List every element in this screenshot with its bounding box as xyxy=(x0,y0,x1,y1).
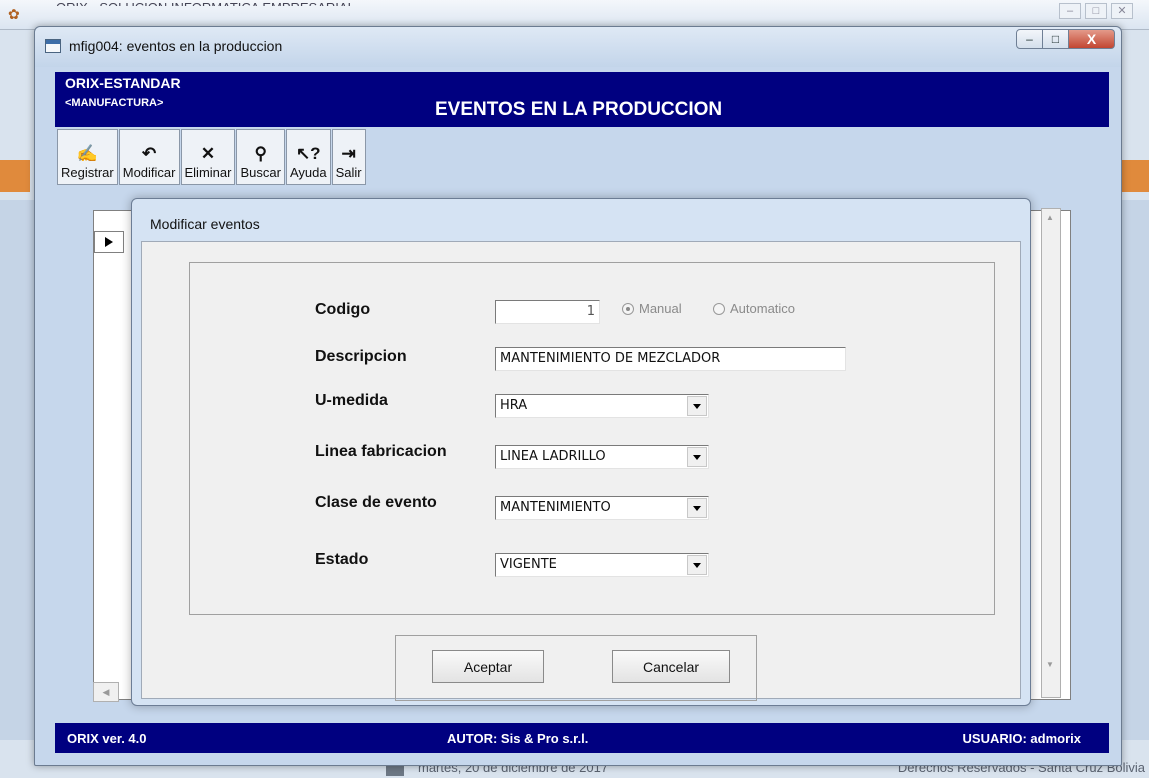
binoculars-icon: ⚲ xyxy=(254,144,267,163)
radio-manual-label: Manual xyxy=(639,301,682,316)
company-name: ORIX-ESTANDAR xyxy=(65,75,181,91)
descripcion-input[interactable]: MANTENIMIENTO DE MEZCLADOR xyxy=(495,347,846,371)
delete-x-icon: ✕ xyxy=(200,144,216,163)
cancelar-button[interactable]: Cancelar xyxy=(612,650,730,683)
modificar-button[interactable]: ↶ Modificar xyxy=(118,129,180,185)
background-panel-left xyxy=(0,200,38,740)
radio-selected-icon xyxy=(622,302,634,315)
toolbar-button-label: Registrar xyxy=(61,165,114,180)
codigo-label: Codigo xyxy=(315,301,371,318)
close-icon: X xyxy=(1086,31,1097,47)
toolbar-button-label: Modificar xyxy=(122,165,176,180)
clase-select[interactable]: MANTENIMIENTO xyxy=(495,496,709,520)
eventos-window: mfig004: eventos en la produccion – □ X … xyxy=(34,26,1122,766)
chevron-down-icon[interactable] xyxy=(687,555,707,575)
undo-arrow-icon: ↶ xyxy=(142,144,157,163)
grid-vertical-scrollbar[interactable] xyxy=(1041,208,1061,698)
version-label: ORIX ver. 4.0 xyxy=(67,731,147,746)
module-name: <MANUFACTURA> xyxy=(65,97,164,109)
umedida-select[interactable]: HRA xyxy=(495,394,709,418)
exit-door-icon: ⇥ xyxy=(341,144,356,163)
author-label: AUTOR: Sis & Pro s.r.l. xyxy=(447,731,589,746)
register-pen-icon: ✍ xyxy=(76,144,98,163)
window-titlebar[interactable]: mfig004: eventos en la produccion – □ X xyxy=(35,27,1121,67)
toolbar-button-label: Ayuda xyxy=(289,165,327,180)
toolbar: ✍ Registrar ↶ Modificar ✕ Eliminar ⚲ Bus… xyxy=(55,129,1109,187)
codigo-input[interactable]: 1 xyxy=(495,300,600,324)
radio-automatico[interactable]: Automatico xyxy=(713,301,795,316)
chevron-down-icon[interactable] xyxy=(687,447,707,467)
window-title: mfig004: eventos en la produccion xyxy=(69,38,283,54)
background-accent-strip-left xyxy=(0,160,30,192)
chevron-down-icon[interactable] xyxy=(687,396,707,416)
toolbar-button-label: Salir xyxy=(335,165,362,180)
window-app-icon xyxy=(45,39,61,53)
minimize-button[interactable]: – xyxy=(1016,29,1043,49)
user-label: USUARIO: admorix xyxy=(962,731,1081,746)
background-panel-right xyxy=(1119,200,1149,740)
scroll-left-icon[interactable]: ◀ xyxy=(93,682,119,702)
background-accent-strip-right xyxy=(1121,160,1149,192)
help-pointer-icon: ↖? xyxy=(295,144,321,163)
clase-label: Clase de evento xyxy=(315,494,437,511)
maximize-icon: □ xyxy=(1051,32,1060,46)
minimize-icon: – xyxy=(1026,32,1033,46)
aceptar-button[interactable]: Aceptar xyxy=(432,650,544,683)
linea-select[interactable]: LINEA LADRILLO xyxy=(495,445,709,469)
window-controls: – □ X xyxy=(1016,29,1115,49)
salir-button[interactable]: ⇥ Salir xyxy=(331,129,366,185)
radio-manual[interactable]: Manual xyxy=(622,301,682,316)
descripcion-label: Descripcion xyxy=(315,348,407,365)
registrar-button[interactable]: ✍ Registrar xyxy=(57,129,118,185)
linea-label: Linea fabricacion xyxy=(315,443,447,460)
app-logo-icon: ✿ xyxy=(8,6,20,22)
background-window-controls: – □ ✕ xyxy=(1059,3,1133,19)
dialog-button-frame: Aceptar Cancelar xyxy=(395,635,757,701)
bg-minimize-icon[interactable]: – xyxy=(1059,3,1081,19)
radio-automatico-label: Automatico xyxy=(730,301,796,316)
bg-maximize-icon[interactable]: □ xyxy=(1085,3,1107,19)
form-frame: Codigo 1 Manual Automatico Descripcion M… xyxy=(189,262,995,615)
linea-value: LINEA LADRILLO xyxy=(500,449,606,464)
row-selector-icon[interactable] xyxy=(94,231,124,253)
maximize-button[interactable]: □ xyxy=(1043,29,1069,49)
status-band: ORIX ver. 4.0 AUTOR: Sis & Pro s.r.l. US… xyxy=(55,723,1109,753)
bg-close-icon[interactable]: ✕ xyxy=(1111,3,1133,19)
page-title: EVENTOS EN LA PRODUCCION xyxy=(435,99,723,120)
eliminar-button[interactable]: ✕ Eliminar xyxy=(180,129,236,185)
umedida-value: HRA xyxy=(500,398,528,413)
clase-value: MANTENIMIENTO xyxy=(500,500,611,515)
estado-select[interactable]: VIGENTE xyxy=(495,553,709,577)
dialog-body: Codigo 1 Manual Automatico Descripcion M… xyxy=(141,241,1021,701)
estado-value: VIGENTE xyxy=(500,557,557,572)
close-button[interactable]: X xyxy=(1069,29,1115,49)
ayuda-button[interactable]: ↖? Ayuda xyxy=(285,129,331,185)
radio-unselected-icon xyxy=(713,302,725,315)
header-band: ORIX-ESTANDAR <MANUFACTURA> EVENTOS EN L… xyxy=(55,72,1109,127)
chevron-down-icon[interactable] xyxy=(687,498,707,518)
buscar-button[interactable]: ⚲ Buscar xyxy=(236,129,285,185)
toolbar-button-label: Eliminar xyxy=(184,165,232,180)
toolbar-button-label: Buscar xyxy=(240,165,281,180)
background-app-title: ORIX - SOLUCION INFORMATICA EMPRESARIAL xyxy=(56,0,355,15)
modificar-eventos-dialog: Modificar eventos Codigo 1 Manual Automa… xyxy=(131,198,1031,706)
estado-label: Estado xyxy=(315,551,369,568)
umedida-label: U-medida xyxy=(315,392,388,409)
dialog-title: Modificar eventos xyxy=(150,216,260,232)
